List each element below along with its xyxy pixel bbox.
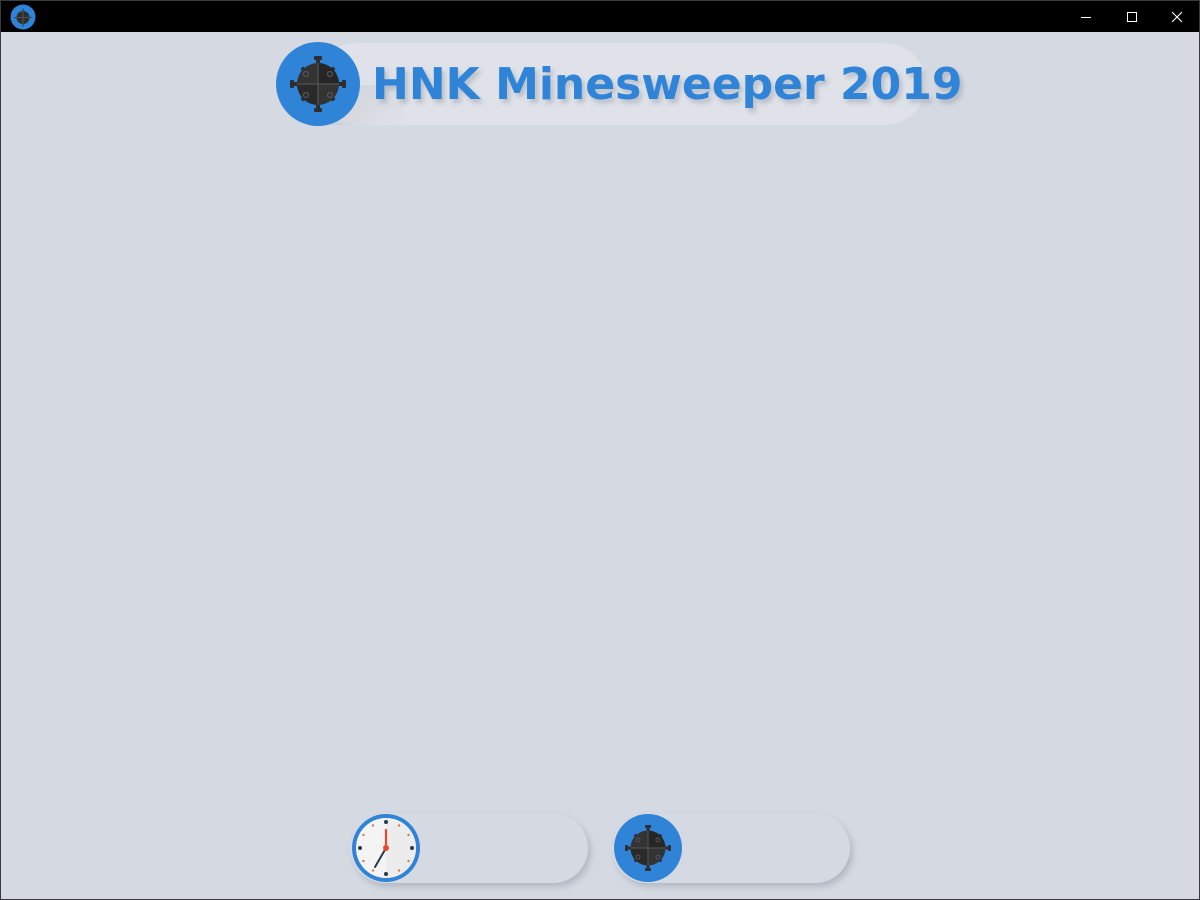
clock-icon — [351, 813, 421, 883]
timer-panel — [350, 812, 590, 884]
mine-counter-panel — [612, 812, 852, 884]
minimize-button[interactable] — [1063, 1, 1109, 32]
close-icon — [1171, 11, 1183, 22]
maximize-icon — [1127, 11, 1137, 22]
header-banner: HNK Minesweeper 2019 — [275, 41, 962, 127]
maximize-button[interactable] — [1109, 1, 1155, 32]
title-bar[interactable] — [1, 1, 1199, 32]
close-button[interactable] — [1154, 1, 1199, 32]
header-logo — [276, 42, 360, 126]
minimize-icon — [1081, 16, 1091, 18]
app-mine-icon[interactable] — [10, 4, 36, 30]
app-window: HNK Minesweeper 2019 — [0, 0, 1200, 900]
mine-icon — [614, 814, 682, 882]
mine-counter-icon — [613, 813, 683, 883]
app-title: HNK Minesweeper 2019 — [372, 59, 963, 110]
mine-icon — [290, 56, 346, 112]
